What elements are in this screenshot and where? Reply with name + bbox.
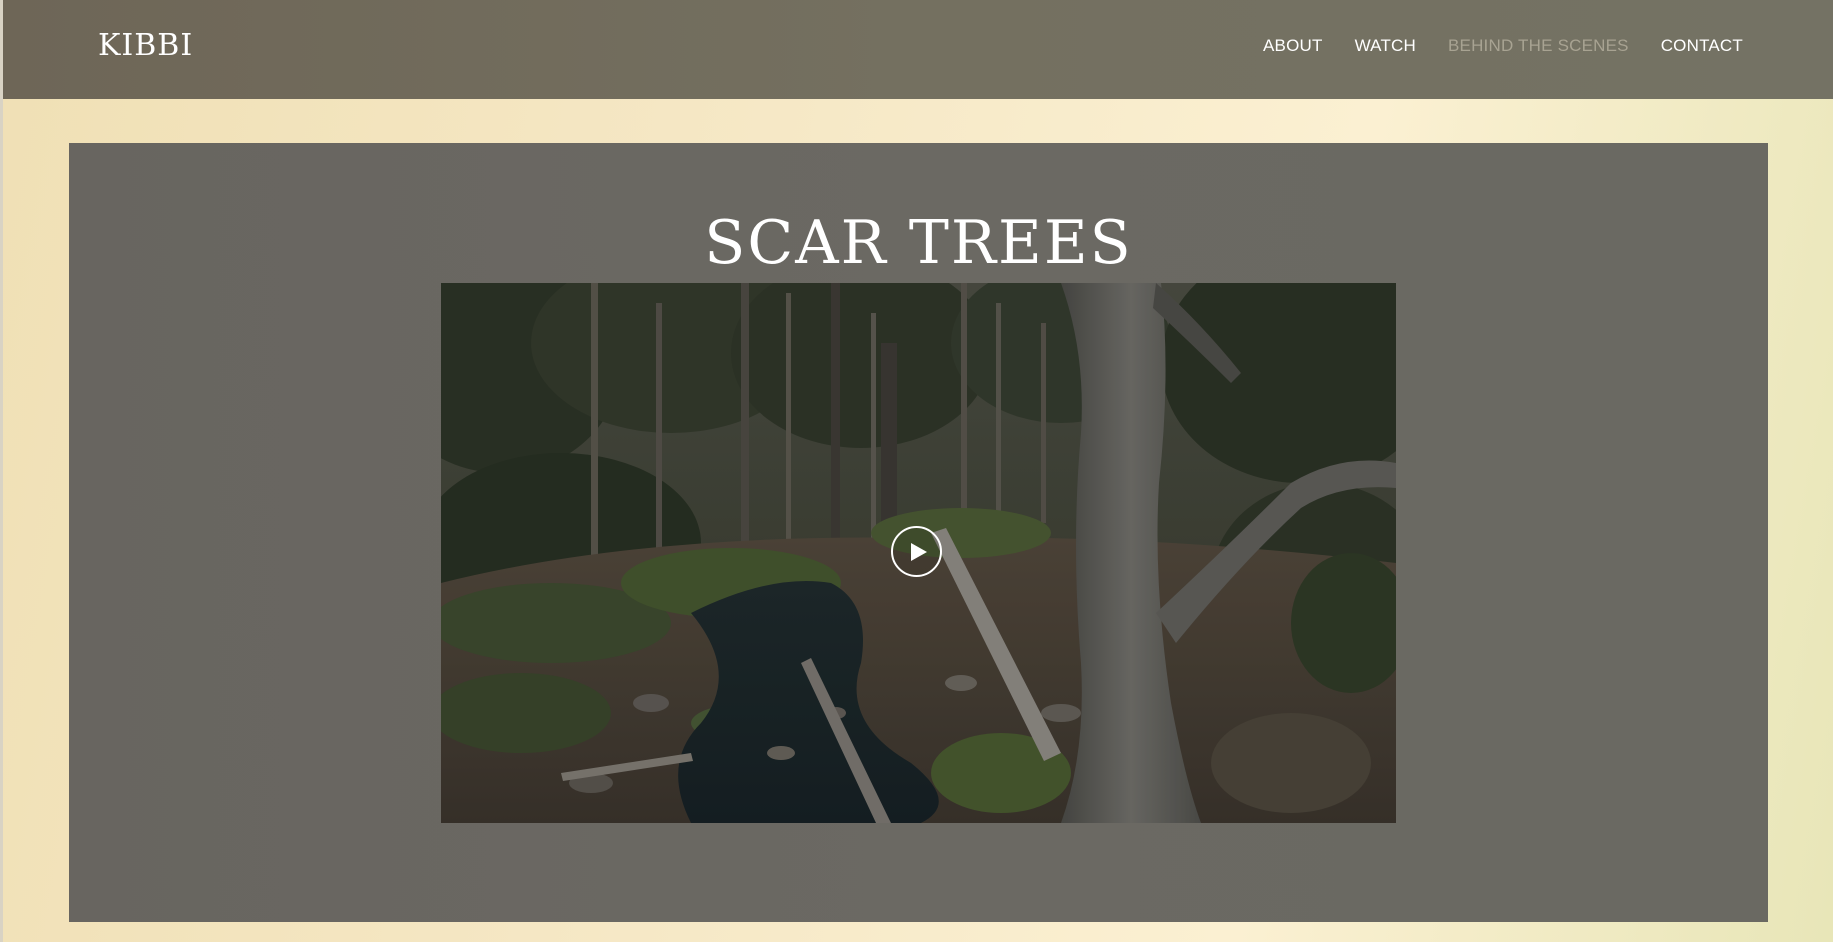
window-edge: [0, 0, 3, 942]
play-icon: [910, 542, 927, 561]
nav-watch[interactable]: WATCH: [1355, 36, 1416, 56]
nav-contact[interactable]: CONTACT: [1661, 36, 1743, 56]
play-button[interactable]: [891, 526, 942, 577]
page-title: SCAR TREES: [704, 208, 1133, 278]
main-nav: ABOUT WATCH BEHIND THE SCENES CONTACT: [1263, 36, 1743, 56]
content-panel: SCAR TREES: [69, 143, 1768, 922]
nav-behind-the-scenes[interactable]: BEHIND THE SCENES: [1448, 36, 1629, 56]
video-player[interactable]: [441, 283, 1396, 823]
site-header: KIBBI ABOUT WATCH BEHIND THE SCENES CONT…: [3, 0, 1833, 99]
nav-about[interactable]: ABOUT: [1263, 36, 1323, 56]
site-logo[interactable]: KIBBI: [98, 28, 193, 64]
